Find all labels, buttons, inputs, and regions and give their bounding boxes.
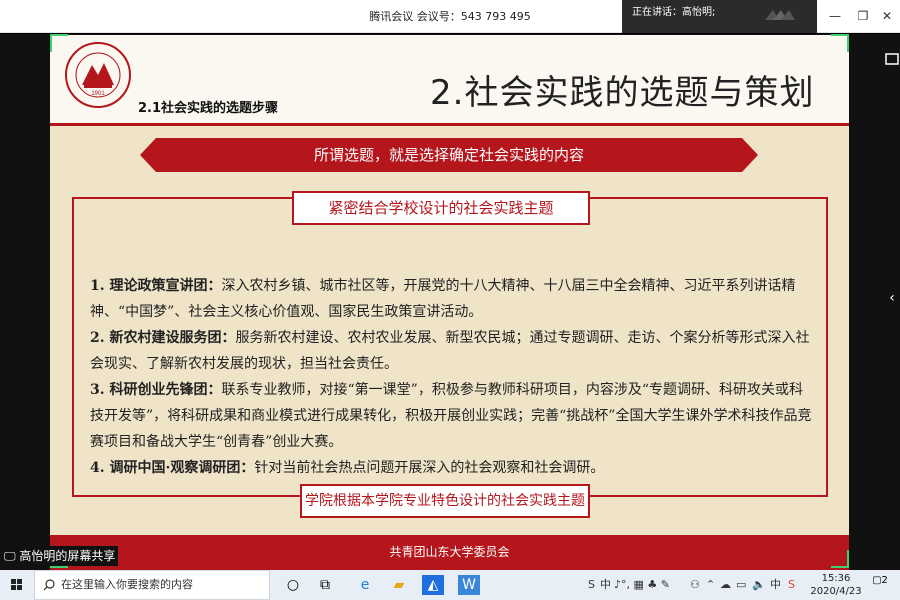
restore-button[interactable]: ❐ [850,0,876,33]
wps-writer-icon[interactable]: W [458,575,480,595]
share-frame-corner [831,34,849,52]
tray-network-icon[interactable]: ▭ [736,570,746,600]
speaking-indicator: 正在讲话：高怡明; [622,0,817,33]
speaking-label: 正在讲话：高怡明; [632,7,716,18]
edge-browser-icon[interactable]: e [354,575,376,595]
header-divider [50,123,849,126]
tray-sogou-icon[interactable]: S [588,570,595,600]
close-button[interactable]: ✕ [874,0,900,33]
meeting-titlebar: 腾讯会议 会议号：543 793 495 正在讲话：高怡明; — ❐ ✕ [0,0,900,33]
collapse-panel-handle[interactable]: ‹ [884,290,900,314]
tray-ime-mode[interactable]: 中 [600,570,611,600]
theme-box: 紧密结合学校设计的社会实践主题 [292,191,590,225]
fullscreen-icon[interactable] [884,52,900,66]
windows-start-icon[interactable] [0,570,34,600]
clock-date: 2020/4/23 [810,586,862,597]
share-frame-corner [50,34,68,52]
university-logo: 1901 [65,42,131,108]
taskbar-search-input[interactable]: 在这里输入你要搜索的内容 [34,570,270,600]
clock-time: 15:36 [821,573,851,584]
tray-language[interactable]: 中 [770,570,781,600]
tray-ime-tools-icon[interactable]: ♪°, ▦ ♣ ✎ [614,570,670,600]
slide-footer: 共青团山东大学委员会 [50,535,849,570]
cortana-icon[interactable]: ○ [282,575,304,595]
college-theme-box: 学院根据本学院专业特色设计的社会实践主题 [300,484,590,518]
notification-count: 2 [881,575,888,586]
list-item: 2. 新农村建设服务团：服务新农村建设、农村农业发展、新型农民城；通过专题调研、… [90,330,810,372]
ribbon-text: 所谓选题，就是选择确定社会实践的内容 [313,146,584,164]
audio-level-icon [765,10,795,20]
logo-year: 1901 [91,91,105,97]
file-explorer-icon[interactable]: ▰ [388,575,410,595]
presentation-slide: 1901 2.1社会实践的选题步骤 2.社会实践的选题与策划 所谓选题，就是选择… [50,35,849,570]
share-icon: 🖵 [4,549,20,563]
tray-chevron-up-icon[interactable]: ⌃ [706,570,715,600]
tray-volume-icon[interactable]: 🔈 [752,570,766,600]
screen-share-label: 🖵 高怡明的屏幕共享 [0,546,118,566]
list-item: 1. 理论政策宣讲团：深入农村乡镇、城市社区等，开展党的十八大精神、十八届三中全… [90,278,796,320]
list-item: 4. 调研中国·观察调研团：针对当前社会热点问题开展深入的社会观察和社会调研。 [90,460,605,476]
slide-title: 2.社会实践的选题与策划 [430,73,815,113]
slide-subtitle: 2.1社会实践的选题步骤 [138,101,279,116]
tray-cloud-icon[interactable]: ☁ [720,570,731,600]
notification-center-icon[interactable]: ▢2 [870,575,890,595]
tencent-meeting-icon[interactable]: ◭ [422,575,444,595]
taskbar-clock[interactable]: 15:36 2020/4/23 [806,572,866,598]
slide-header: 1901 2.1社会实践的选题步骤 2.社会实践的选题与策划 [50,35,849,123]
tray-people-icon[interactable]: ⚇ [690,570,700,600]
practice-list: 1. 理论政策宣讲团：深入农村乡镇、城市社区等，开展党的十八大精神、十八届三中全… [90,273,814,481]
share-frame-corner [831,550,849,568]
search-placeholder: 在这里输入你要搜索的内容 [61,578,193,591]
tray-sogou-s-icon[interactable]: S [788,570,795,600]
list-item: 3. 科研创业先锋团：联系专业教师，对接“第一课堂”，积极参与教师科研项目，内容… [90,382,812,450]
search-icon [43,579,55,591]
minimize-button[interactable]: — [822,0,848,33]
taskbar: 在这里输入你要搜索的内容 ○ ⧉ e ▰ ◭ W S 中 ♪°, ▦ ♣ ✎ ⚇… [0,570,900,600]
task-view-icon[interactable]: ⧉ [314,575,336,595]
